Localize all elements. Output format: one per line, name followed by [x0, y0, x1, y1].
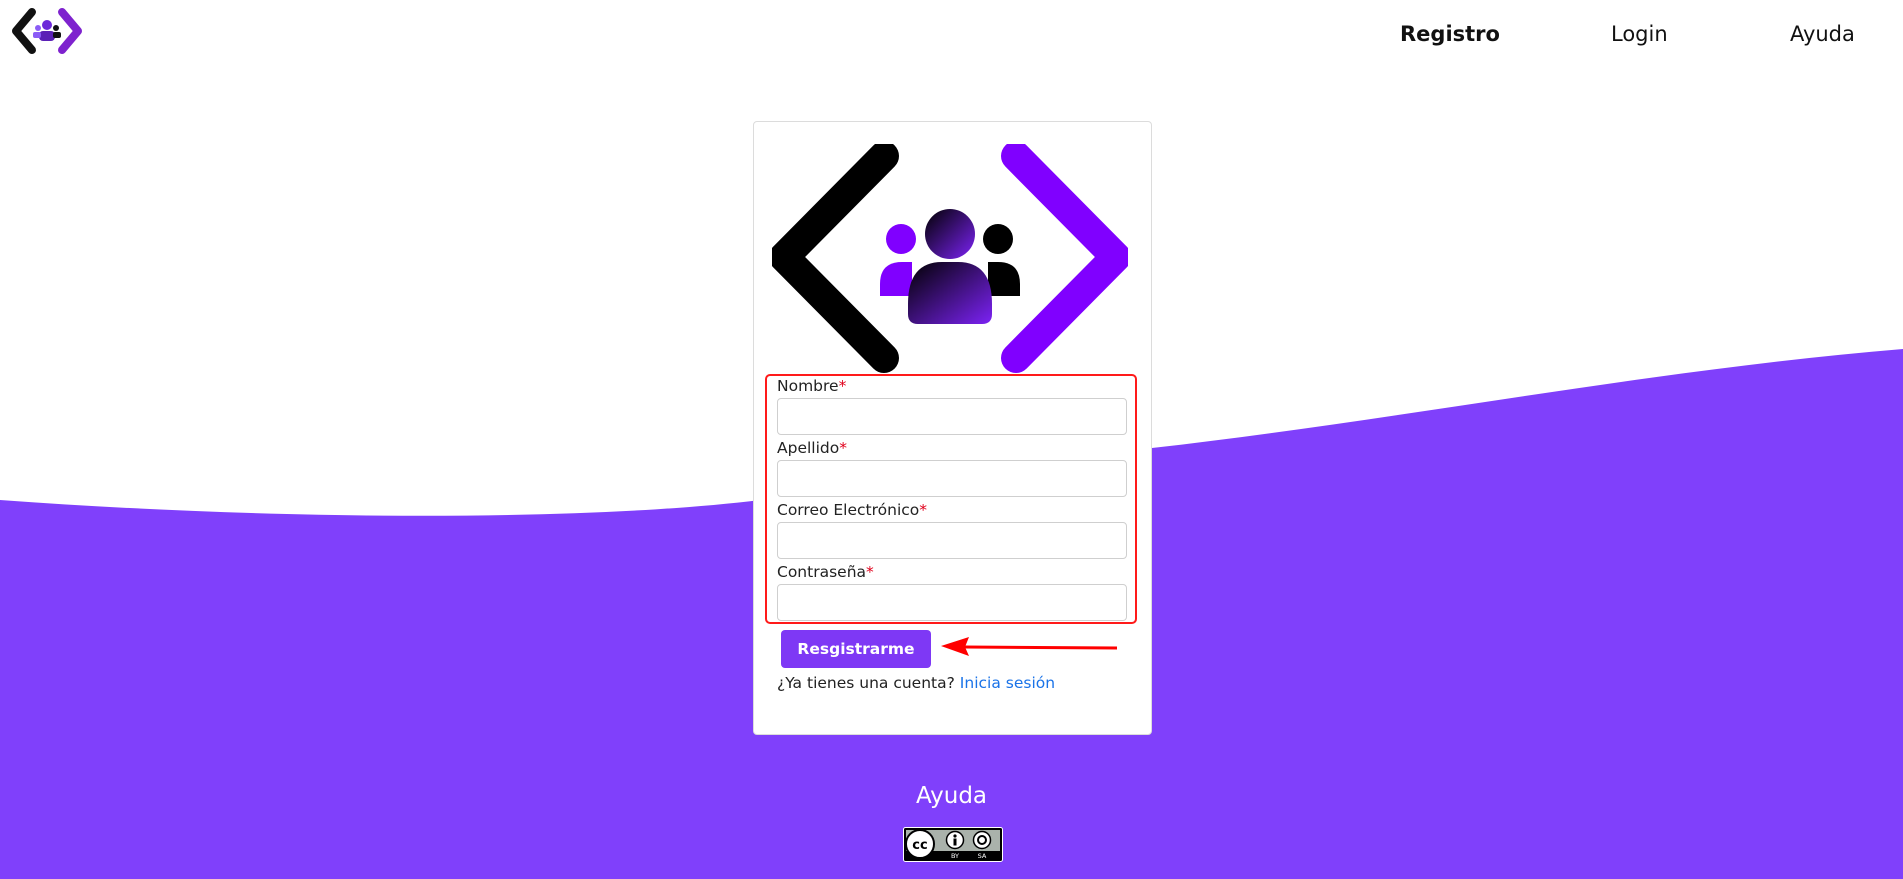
team-code-logo-icon — [772, 144, 1128, 373]
email-input[interactable] — [777, 522, 1127, 559]
page: Registro Login Ayuda Nombre* Apellido* C… — [0, 0, 1903, 879]
correo-label: Correo Electrónico* — [777, 501, 928, 519]
field-nombre: Nombre* — [777, 377, 1127, 435]
apellido-input[interactable] — [777, 460, 1127, 497]
nombre-input[interactable] — [777, 398, 1127, 435]
nav-registro[interactable]: Registro — [1400, 22, 1500, 46]
required-mark: * — [919, 501, 928, 519]
cc-sa-text: SA — [978, 852, 987, 860]
password-input[interactable] — [777, 584, 1127, 621]
field-contrasena: Contraseña* — [777, 563, 1127, 621]
contrasena-label: Contraseña* — [777, 563, 874, 581]
register-button[interactable]: Resgistrarme — [781, 630, 931, 668]
nombre-label: Nombre* — [777, 377, 847, 395]
field-correo: Correo Electrónico* — [777, 501, 1127, 559]
required-mark: * — [866, 563, 874, 581]
apellido-label: Apellido* — [777, 439, 847, 457]
nav-login[interactable]: Login — [1611, 22, 1668, 46]
login-link[interactable]: Inicia sesión — [960, 674, 1055, 692]
svg-text:cc: cc — [912, 838, 927, 853]
nav-ayuda[interactable]: Ayuda — [1790, 22, 1855, 46]
login-prompt: ¿Ya tienes una cuenta? Inicia sesión — [777, 674, 1055, 692]
footer-help-link[interactable]: Ayuda — [916, 783, 987, 809]
brand-logo-icon[interactable] — [10, 6, 84, 56]
form-fields-highlight: Nombre* Apellido* Correo Electrónico* Co… — [765, 374, 1137, 624]
registration-card: Nombre* Apellido* Correo Electrónico* Co… — [753, 121, 1152, 735]
login-prompt-text: ¿Ya tienes una cuenta? — [777, 674, 955, 692]
required-mark: * — [838, 377, 847, 395]
top-navbar: Registro Login Ayuda — [0, 0, 1903, 72]
cc-by-text: BY — [951, 852, 959, 860]
cc-by-sa-icon[interactable]: cc BY SA — [903, 827, 1003, 862]
arrow-annotation-icon — [941, 637, 1118, 656]
required-mark: * — [839, 439, 847, 457]
field-apellido: Apellido* — [777, 439, 1127, 497]
footer: Ayuda — [0, 783, 1903, 809]
